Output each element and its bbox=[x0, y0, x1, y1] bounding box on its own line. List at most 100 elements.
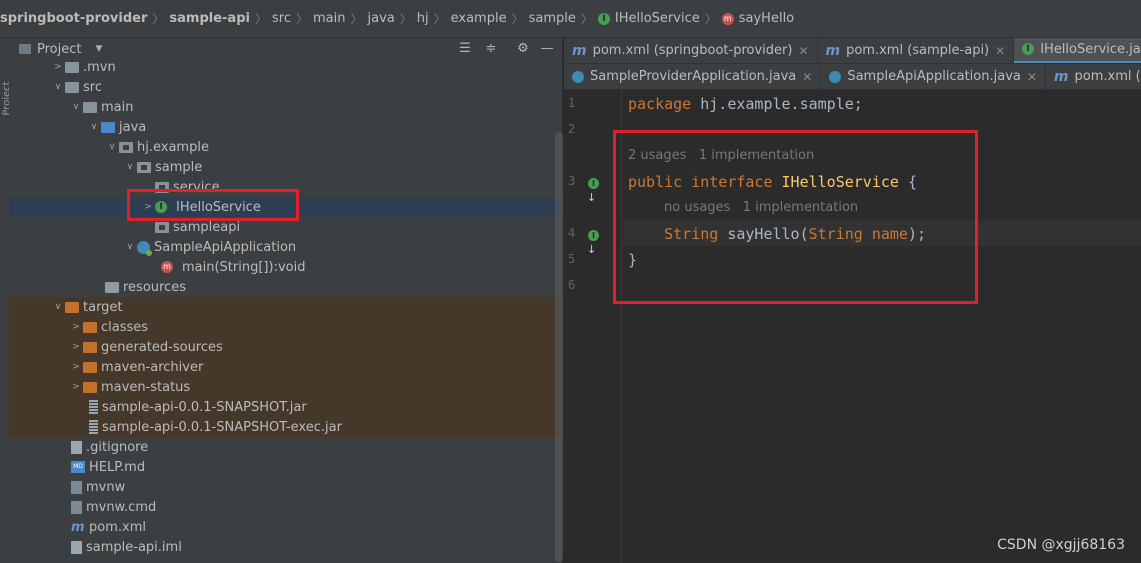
package-icon bbox=[155, 221, 169, 233]
tree-item-generated-sources[interactable]: > generated-sources bbox=[9, 337, 563, 357]
tree-item-label: sample-api.iml bbox=[86, 539, 182, 555]
excluded-folder-icon bbox=[83, 381, 97, 393]
tree-item-sampleapiapplication[interactable]: ∨ SampleApiApplication bbox=[9, 237, 563, 257]
line-number: 5 bbox=[568, 252, 576, 266]
tab-ihelloservice[interactable]: I IHelloService.java ✕ bbox=[1014, 38, 1141, 63]
tree-item-main-method[interactable]: m main(String[]):void bbox=[9, 257, 563, 277]
breadcrumb-item-example[interactable]: example bbox=[451, 11, 507, 26]
method-icon: m bbox=[161, 261, 173, 273]
view-selector-dropdown-icon[interactable]: ▼ bbox=[95, 44, 102, 54]
editor-tabs-row-1: m pom.xml (springboot-provider) ✕ m pom.… bbox=[564, 38, 1141, 64]
tree-item-help-md[interactable]: MD HELP.md bbox=[9, 457, 563, 477]
expand-arrow-icon[interactable]: > bbox=[69, 322, 83, 332]
project-panel-title[interactable]: Project bbox=[37, 42, 81, 57]
code-line-1[interactable]: package hj.example.sample; bbox=[628, 93, 863, 115]
collapse-arrow-icon[interactable]: ∨ bbox=[51, 302, 65, 312]
expand-all-icon[interactable]: ☰ bbox=[457, 41, 473, 57]
vertical-scrollbar[interactable] bbox=[555, 132, 563, 562]
highlight-box-code bbox=[613, 130, 978, 304]
tree-item-maven-status[interactable]: > maven-status bbox=[9, 377, 563, 397]
hide-panel-icon[interactable]: — bbox=[539, 41, 555, 57]
implemented-gutter-icon[interactable]: I↓ bbox=[587, 227, 606, 256]
expand-arrow-icon[interactable]: > bbox=[69, 382, 83, 392]
collapse-arrow-icon[interactable]: ∨ bbox=[51, 82, 65, 92]
tree-item-label: sample bbox=[155, 159, 203, 175]
breadcrumb-separator: 〉 bbox=[152, 12, 165, 26]
collapse-arrow-icon[interactable]: ∨ bbox=[123, 162, 137, 172]
collapse-arrow-icon[interactable]: ∨ bbox=[105, 142, 119, 152]
gear-icon[interactable]: ⚙ bbox=[515, 41, 531, 57]
collapse-arrow-icon[interactable]: ∨ bbox=[69, 102, 83, 112]
expand-arrow-icon[interactable]: > bbox=[51, 62, 65, 72]
tab-pom-sample-provider[interactable]: m pom.xml (sample-p bbox=[1046, 64, 1141, 89]
package-name: hj.example.sample; bbox=[691, 95, 863, 113]
folder-icon bbox=[83, 101, 97, 113]
expand-arrow-icon[interactable]: > bbox=[69, 362, 83, 372]
tree-item-target[interactable]: ∨ target bbox=[9, 297, 563, 317]
tab-pom-sample-api[interactable]: m pom.xml (sample-api) ✕ bbox=[818, 38, 1015, 63]
excluded-folder-icon bbox=[83, 321, 97, 333]
spring-class-icon bbox=[137, 240, 152, 256]
breadcrumb-item-java[interactable]: java bbox=[367, 11, 394, 26]
line-number: 1 bbox=[568, 96, 576, 110]
folder-icon bbox=[65, 81, 79, 93]
tree-item-maven-archiver[interactable]: > maven-archiver bbox=[9, 357, 563, 377]
breadcrumb-item-module[interactable]: sample-api bbox=[169, 11, 250, 26]
close-icon[interactable]: ✕ bbox=[1027, 70, 1037, 84]
tree-item-resources[interactable]: resources bbox=[9, 277, 563, 297]
tab-pom-springboot-provider[interactable]: m pom.xml (springboot-provider) ✕ bbox=[564, 38, 818, 63]
tab-label: pom.xml (sample-p bbox=[1074, 69, 1141, 84]
project-view-icon bbox=[19, 44, 31, 54]
tree-item-src[interactable]: ∨ src bbox=[9, 77, 563, 97]
maven-icon: m bbox=[825, 42, 841, 59]
tree-item-pom-xml[interactable]: m pom.xml bbox=[9, 517, 563, 537]
tree-item-main[interactable]: ∨ main bbox=[9, 97, 563, 117]
close-icon[interactable]: ✕ bbox=[802, 70, 812, 84]
tree-item-label: HELP.md bbox=[89, 459, 146, 475]
maven-icon: m bbox=[1053, 68, 1069, 85]
close-icon[interactable]: ✕ bbox=[995, 44, 1005, 58]
line-number: 2 bbox=[568, 122, 576, 136]
tree-item-mvnw-cmd[interactable]: mvnw.cmd bbox=[9, 497, 563, 517]
breadcrumb-item-project[interactable]: springboot-provider bbox=[0, 11, 147, 26]
source-folder-icon bbox=[101, 121, 115, 133]
collapse-all-icon[interactable]: ≑ bbox=[483, 41, 499, 57]
tree-item-sample[interactable]: ∨ sample bbox=[9, 157, 563, 177]
tab-sampleproviderapplication[interactable]: SampleProviderApplication.java ✕ bbox=[564, 64, 822, 89]
breadcrumb-item-method[interactable]: m sayHello bbox=[721, 11, 794, 26]
tree-item-java[interactable]: ∨ java bbox=[9, 117, 563, 137]
tree-item-hj-example[interactable]: ∨ hj.example bbox=[9, 137, 563, 157]
tab-sampleapiapplication[interactable]: SampleApiApplication.java ✕ bbox=[821, 64, 1046, 89]
spring-class-icon bbox=[829, 70, 842, 83]
tree-item-mvn[interactable]: > .mvn bbox=[9, 57, 563, 77]
expand-arrow-icon[interactable]: > bbox=[69, 342, 83, 352]
breadcrumb-item-sample[interactable]: sample bbox=[529, 11, 576, 26]
breadcrumb-item-hj[interactable]: hj bbox=[417, 11, 429, 26]
tree-item-iml[interactable]: sample-api.iml bbox=[9, 537, 563, 557]
package-icon bbox=[119, 141, 133, 153]
project-tool-window: Project ▼ ☰ ≑ ⚙ — > .mvn ∨ src ∨ main ∨ … bbox=[9, 38, 563, 563]
implemented-gutter-icon[interactable]: I↓ bbox=[587, 175, 606, 204]
tab-label: IHelloService.java bbox=[1040, 41, 1141, 57]
tool-window-stripe: Project bbox=[0, 38, 13, 563]
tree-item-gitignore[interactable]: .gitignore bbox=[9, 437, 563, 457]
gitignore-file-icon bbox=[71, 440, 82, 454]
breadcrumb-item-interface[interactable]: I IHelloService bbox=[597, 11, 700, 26]
tree-item-mvnw[interactable]: mvnw bbox=[9, 477, 563, 497]
breadcrumb-separator: 〉 bbox=[704, 12, 717, 26]
breadcrumb-separator: 〉 bbox=[511, 12, 524, 26]
line-number: 3 bbox=[568, 174, 576, 188]
tree-item-classes[interactable]: > classes bbox=[9, 317, 563, 337]
tree-item-exec-jar[interactable]: sample-api-0.0.1-SNAPSHOT-exec.jar bbox=[9, 417, 563, 437]
close-icon[interactable]: ✕ bbox=[798, 44, 808, 58]
tree-item-jar[interactable]: sample-api-0.0.1-SNAPSHOT.jar bbox=[9, 397, 563, 417]
breadcrumb-item-main[interactable]: main bbox=[313, 11, 345, 26]
package-icon bbox=[137, 161, 151, 173]
tree-item-label: hj.example bbox=[137, 139, 209, 155]
breadcrumb-item-src[interactable]: src bbox=[272, 11, 291, 26]
collapse-arrow-icon[interactable]: ∨ bbox=[123, 242, 137, 252]
line-number: 6 bbox=[568, 278, 576, 292]
tree-item-label: mvnw bbox=[86, 479, 126, 495]
collapse-arrow-icon[interactable]: ∨ bbox=[87, 122, 101, 132]
tab-label: pom.xml (springboot-provider) bbox=[592, 43, 793, 58]
